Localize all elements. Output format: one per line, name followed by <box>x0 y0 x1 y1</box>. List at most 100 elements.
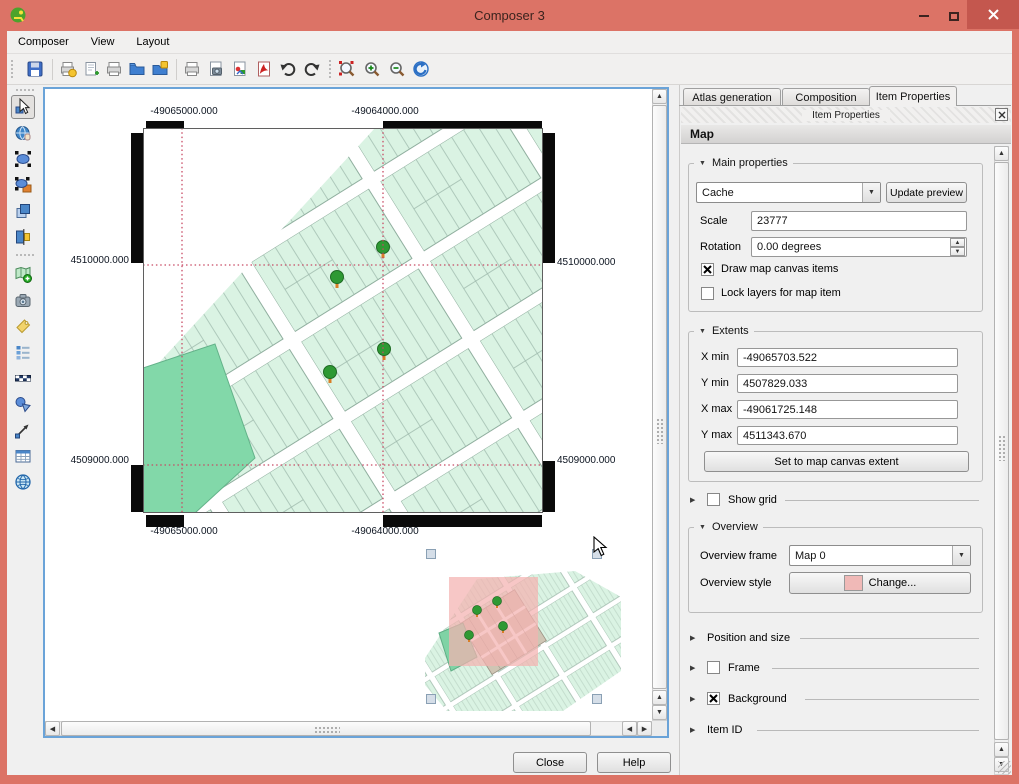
select-move-item-button[interactable] <box>11 95 35 119</box>
scroll-left-button[interactable]: ◀ <box>622 721 637 736</box>
export-as-image-button[interactable] <box>204 57 228 81</box>
toolbar-drag-handle[interactable] <box>10 59 15 79</box>
map-item[interactable] <box>143 128 543 513</box>
export-as-svg-button[interactable] <box>228 57 252 81</box>
minimize-button[interactable] <box>912 6 936 26</box>
overview-frame-label: Overview frame <box>700 550 777 562</box>
ungroup-items-button[interactable] <box>11 173 35 197</box>
selection-handle-top-left[interactable] <box>426 549 436 559</box>
main-properties-title[interactable]: ▼ Main properties <box>694 157 793 169</box>
save-project-button[interactable] <box>23 57 47 81</box>
overview-map-item[interactable] <box>425 553 621 711</box>
window-resize-grip[interactable] <box>998 761 1011 774</box>
overview-title[interactable]: ▼ Overview <box>694 521 763 533</box>
save-as-template-button[interactable] <box>148 57 172 81</box>
align-selected-items-button[interactable] <box>11 225 35 249</box>
add-new-map-button[interactable] <box>11 262 35 286</box>
add-new-scalebar-button[interactable] <box>11 366 35 390</box>
expand-arrow-icon[interactable]: ▶ <box>690 634 695 642</box>
scale-label: Scale <box>700 215 728 227</box>
add-basic-shape-button[interactable] <box>11 392 35 416</box>
refresh-view-button[interactable] <box>409 57 433 81</box>
redo-button[interactable] <box>300 57 324 81</box>
tab-item-properties[interactable]: Item Properties <box>869 86 957 106</box>
rotation-spinbox[interactable]: 0.00 degrees <box>751 237 967 257</box>
load-from-template-button[interactable] <box>125 57 149 81</box>
close-window-button[interactable] <box>967 0 1019 29</box>
frame-checkbox[interactable] <box>707 661 720 674</box>
help-button[interactable]: Help <box>597 752 671 773</box>
add-attribute-table-button[interactable] <box>11 444 35 468</box>
rotation-spin-down[interactable]: ▼ <box>950 247 965 256</box>
ymin-input[interactable]: 4507829.033 <box>737 374 958 393</box>
move-item-content-button[interactable] <box>11 121 35 145</box>
expand-arrow-icon[interactable]: ▶ <box>690 695 695 703</box>
xmin-input[interactable]: -49065703.522 <box>737 348 958 367</box>
menu-composer[interactable]: Composer <box>7 36 80 48</box>
export-as-pdf-button[interactable] <box>252 57 276 81</box>
update-preview-button[interactable]: Update preview <box>886 182 967 203</box>
selection-handle-bottom-right[interactable] <box>592 694 602 704</box>
toolbar-drag-handle[interactable] <box>15 88 35 93</box>
raise-selected-items-button[interactable] <box>11 199 35 223</box>
section-item-id[interactable]: Item ID <box>707 724 742 736</box>
undo-button[interactable] <box>276 57 300 81</box>
title-bar[interactable]: Composer 3 <box>0 0 1019 31</box>
group-items-button[interactable] <box>11 147 35 171</box>
composer-manager-button[interactable] <box>102 57 126 81</box>
scroll-right-button[interactable]: ▶ <box>637 721 652 736</box>
dock-title-bar[interactable]: Item Properties <box>681 107 1011 123</box>
zoom-out-button[interactable] <box>385 57 409 81</box>
rotation-spin-up[interactable]: ▲ <box>950 238 965 247</box>
menu-layout[interactable]: Layout <box>125 36 180 48</box>
add-new-label-button[interactable] <box>11 314 35 338</box>
scroll-up-button[interactable]: ▲ <box>652 690 667 705</box>
close-button[interactable]: Close <box>513 752 587 773</box>
scale-input[interactable]: 23777 <box>751 211 967 231</box>
overview-style-change-button[interactable]: Change... <box>789 572 971 594</box>
scroll-left-button[interactable]: ◀ <box>45 721 60 736</box>
scroll-up-button[interactable]: ▲ <box>652 89 667 104</box>
section-frame[interactable]: Frame <box>728 662 760 674</box>
maximize-button[interactable] <box>942 6 966 26</box>
section-background[interactable]: Background <box>728 693 787 705</box>
scroll-down-button[interactable]: ▼ <box>652 705 667 720</box>
xmax-input[interactable]: -49061725.148 <box>737 400 958 419</box>
zoom-full-button[interactable] <box>335 57 359 81</box>
lock-layers-checkbox[interactable] <box>701 287 714 300</box>
dock-close-button[interactable] <box>995 108 1008 121</box>
overview-frame-combo[interactable]: Map 0 ▼ <box>789 545 971 566</box>
duplicate-composer-button[interactable] <box>79 57 103 81</box>
scroll-up-button[interactable]: ▲ <box>994 146 1009 161</box>
panel-scrollbar-thumb[interactable] <box>994 162 1009 740</box>
section-position-and-size[interactable]: Position and size <box>707 632 790 644</box>
preview-mode-combo[interactable]: Cache ▼ <box>696 182 881 203</box>
set-to-map-canvas-extent-button[interactable]: Set to map canvas extent <box>704 451 969 472</box>
tab-baseline <box>679 105 1011 106</box>
expand-arrow-icon[interactable]: ▶ <box>690 664 695 672</box>
scroll-up-button[interactable]: ▲ <box>994 742 1009 757</box>
zoom-in-button[interactable] <box>360 57 384 81</box>
selection-handle-bottom-left[interactable] <box>426 694 436 704</box>
tab-composition[interactable]: Composition <box>782 88 870 106</box>
hscrollbar-thumb[interactable] <box>61 721 591 736</box>
background-checkbox[interactable] <box>707 692 720 705</box>
item-type-header: Map <box>681 125 1011 144</box>
draw-map-canvas-items-checkbox[interactable] <box>701 263 714 276</box>
toolbar-drag-handle[interactable] <box>328 59 333 79</box>
extents-title[interactable]: ▼ Extents <box>694 325 754 337</box>
menu-view[interactable]: View <box>80 36 126 48</box>
add-image-button[interactable] <box>11 288 35 312</box>
composer-canvas[interactable]: -49065000.000 -49064000.000 -49065000.00… <box>43 87 669 738</box>
add-html-frame-button[interactable] <box>11 470 35 494</box>
new-composer-button[interactable] <box>56 57 80 81</box>
expand-arrow-icon[interactable]: ▶ <box>690 726 695 734</box>
vscrollbar-thumb[interactable] <box>652 105 667 689</box>
expand-arrow-icon[interactable]: ▶ <box>690 496 695 504</box>
ymax-input[interactable]: 4511343.670 <box>737 426 958 445</box>
print-button[interactable] <box>180 57 204 81</box>
show-grid-checkbox[interactable] <box>707 493 720 506</box>
add-arrow-button[interactable] <box>11 418 35 442</box>
add-new-legend-button[interactable] <box>11 340 35 364</box>
tab-atlas-generation[interactable]: Atlas generation <box>683 88 781 106</box>
